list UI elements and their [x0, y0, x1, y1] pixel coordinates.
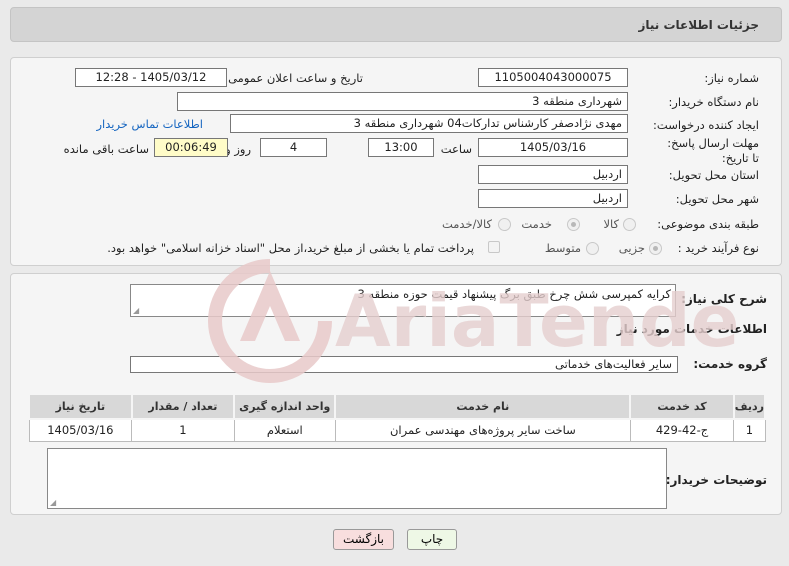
need-number-label: شماره نیاز: [704, 71, 759, 85]
services-table-header: ردیف کد خدمت نام خدمت واحد اندازه گیری ت… [28, 393, 767, 420]
remaining-time-field: 00:06:49 [154, 138, 228, 157]
category-radio-service[interactable] [567, 218, 580, 231]
cell-need-date: 1405/03/16 [28, 418, 133, 442]
buyer-contact-link[interactable]: اطلاعات تماس خریدار [96, 117, 203, 131]
treasury-payment-checkbox[interactable] [488, 241, 500, 253]
need-number-field: 1105004043000075 [478, 68, 628, 87]
days-label: روز و [225, 142, 251, 156]
page-frame: جزئیات اطلاعات نیاز شماره نیاز: 11050040… [0, 0, 789, 566]
process-radio-medium[interactable] [586, 242, 599, 255]
summary-textarea[interactable]: کرایه کمپرسی شش چرخ طبق برگ پیشنهاد قیمت… [130, 284, 676, 317]
table-row: 1 ج-42-429 ساخت سایر پروژه‌های مهندسی عم… [28, 418, 766, 442]
city-label: شهر محل تحویل: [675, 192, 759, 206]
requester-field: مهدی نژادصفر کارشناس تدارکات04 شهرداری م… [230, 114, 628, 133]
deadline-label: مهلت ارسال پاسخ: تا تاریخ: [667, 136, 759, 165]
process-option-minor: جزیی [618, 241, 645, 255]
announce-datetime-field: 1405/03/12 - 12:28 [75, 68, 227, 87]
cell-service-code: ج-42-429 [629, 418, 735, 442]
category-option-service: خدمت [521, 217, 552, 231]
back-button[interactable]: بازگشت [333, 529, 394, 550]
col-row-header: ردیف [732, 393, 767, 420]
deadline-time-label: ساعت [440, 142, 472, 156]
page-header: جزئیات اطلاعات نیاز [10, 7, 782, 42]
summary-text: کرایه کمپرسی شش چرخ طبق برگ پیشنهاد قیمت… [357, 287, 671, 301]
buyer-org-field: شهرداری منطقه 3 [177, 92, 628, 111]
remaining-days-field: 4 [260, 138, 327, 157]
col-quantity-header: تعداد / مقدار [130, 393, 236, 420]
summary-label: شرح کلی نیاز: [681, 292, 767, 306]
buyer-notes-label: توضیحات خریدار: [665, 473, 767, 487]
province-field: اردبیل [478, 165, 628, 184]
category-option-goods: کالا [603, 217, 619, 231]
resize-grip-icon[interactable]: ◢ [133, 307, 139, 315]
category-label: طبقه بندی موضوعی: [657, 217, 759, 231]
col-service-code-header: کد خدمت [629, 393, 735, 420]
deadline-time-field: 13:00 [368, 138, 434, 157]
deadline-date-field: 1405/03/16 [478, 138, 628, 157]
announce-datetime-label: تاریخ و ساعت اعلان عمومی: [224, 71, 363, 85]
category-radio-goods-service[interactable] [498, 218, 511, 231]
buyer-org-label: نام دستگاه خریدار: [668, 95, 759, 109]
cell-unit: استعلام [233, 418, 336, 442]
service-group-label: گروه خدمت: [693, 357, 767, 371]
requester-label: ایجاد کننده درخواست: [653, 118, 759, 132]
service-group-field: سایر فعالیت‌های خدماتی [130, 356, 678, 373]
remaining-time-label: ساعت باقی مانده [63, 142, 149, 156]
process-label: نوع فرآیند خرید : [677, 241, 759, 255]
province-label: استان محل تحویل: [668, 168, 759, 182]
page-title: جزئیات اطلاعات نیاز [638, 18, 759, 32]
need-info-panel: شماره نیاز: 1105004043000075 تاریخ و ساع… [10, 57, 782, 266]
category-radio-goods[interactable] [623, 218, 636, 231]
buyer-notes-textarea[interactable]: ◢ [47, 448, 667, 509]
cell-quantity: 1 [131, 418, 235, 442]
need-details-panel: شرح کلی نیاز: کرایه کمپرسی شش چرخ طبق بر… [10, 273, 782, 515]
cell-service-name: ساخت سایر پروژه‌های مهندسی عمران [334, 418, 631, 442]
treasury-payment-note: پرداخت تمام یا بخشی از مبلغ خرید،از محل … [107, 241, 474, 255]
print-button[interactable]: چاپ [407, 529, 457, 550]
services-table: ردیف کد خدمت نام خدمت واحد اندازه گیری ت… [28, 393, 767, 442]
services-section-title: اطلاعات خدمات مورد نیاز [616, 322, 767, 336]
col-service-name-header: نام خدمت [334, 393, 632, 420]
cell-row-number: 1 [733, 418, 766, 442]
col-unit-header: واحد اندازه گیری [233, 393, 337, 420]
col-need-date-header: تاریخ نیاز [28, 393, 133, 420]
city-field: اردبیل [478, 189, 628, 208]
process-radio-minor[interactable] [649, 242, 662, 255]
process-option-medium: متوسط [544, 241, 581, 255]
resize-grip-icon[interactable]: ◢ [50, 499, 56, 507]
category-option-goods-service: کالا/خدمت [441, 217, 492, 231]
